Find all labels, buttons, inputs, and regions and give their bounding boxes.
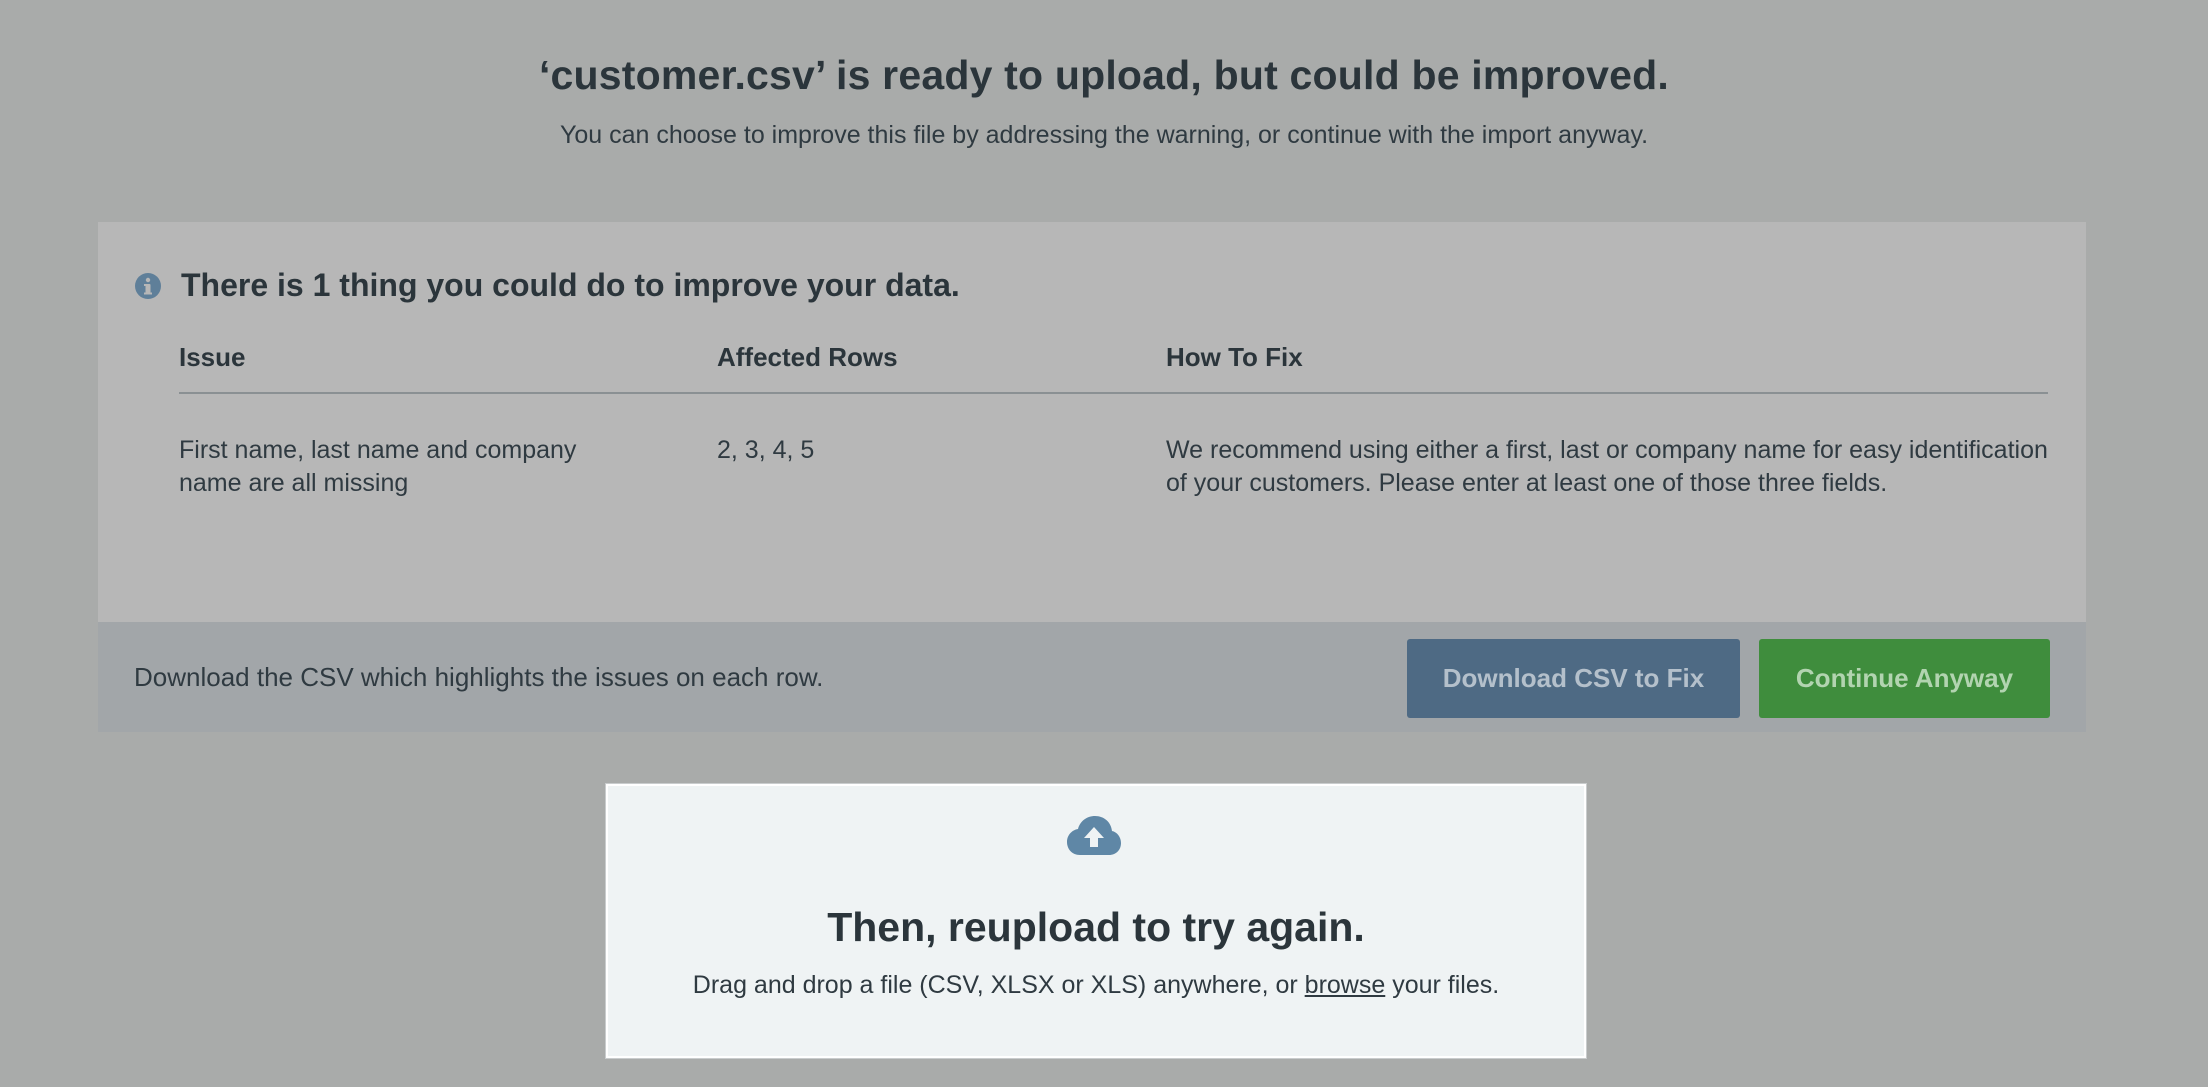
column-header-issue: Issue [179, 342, 246, 372]
issues-table: Issue Affected Rows How To Fix First nam… [179, 342, 2048, 500]
issues-heading-text: There is 1 thing you could do to improve… [181, 267, 960, 303]
column-header-how-to-fix: How To Fix [1166, 342, 1303, 372]
cell-affected-rows: 2, 3, 4, 5 [717, 436, 815, 464]
cell-issue: First name, last name and company name a… [179, 436, 577, 497]
upload-text-after: your files. [1385, 971, 1500, 999]
footer-text: Download the CSV which highlights the is… [134, 662, 824, 692]
issues-panel-footer: Download the CSV which highlights the is… [98, 622, 2086, 732]
upload-dropzone[interactable]: Then, reupload to try again. Drag and dr… [606, 784, 1586, 1058]
page-title: ‘customer.csv’ is ready to upload, but c… [538, 52, 1670, 98]
upload-text-before: Drag and drop a file (CSV, XLSX or XLS) … [692, 971, 1305, 999]
table-row: First name, last name and company name a… [179, 394, 2048, 500]
info-icon [134, 272, 162, 300]
table-header-row: Issue Affected Rows How To Fix [179, 342, 2048, 392]
column-header-affected-rows: Affected Rows [717, 342, 898, 372]
download-csv-button[interactable]: Download CSV to Fix [1407, 639, 1740, 718]
cloud-upload-icon [1066, 815, 1122, 859]
upload-title: Then, reupload to try again. [827, 904, 1365, 950]
browse-link[interactable]: browse [1305, 971, 1386, 999]
upload-instructions: Drag and drop a file (CSV, XLSX or XLS) … [608, 971, 1584, 1000]
cell-how-to-fix: We recommend using either a first, last … [1166, 436, 2048, 497]
issues-heading: There is 1 thing you could do to improve… [134, 267, 960, 304]
page-subtitle: You can choose to improve this file by a… [559, 121, 1649, 149]
page: ‘customer.csv’ is ready to upload, but c… [0, 0, 2208, 1087]
issues-panel: There is 1 thing you could do to improve… [98, 222, 2086, 732]
page-header: ‘customer.csv’ is ready to upload, but c… [0, 0, 2208, 150]
continue-anyway-button[interactable]: Continue Anyway [1759, 639, 2050, 718]
